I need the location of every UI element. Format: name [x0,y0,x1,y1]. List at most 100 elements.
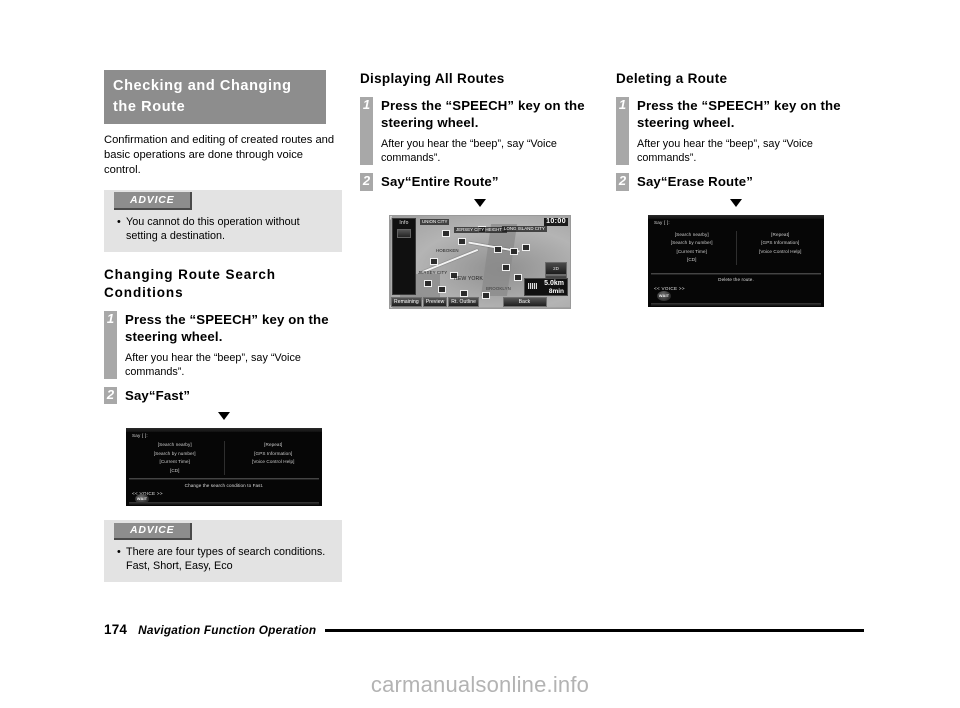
footer-page-number: 174 [104,622,128,637]
eta-time: 8min [548,288,564,296]
advice-item: • You cannot do this operation without s… [104,215,342,243]
map-button-rt-outline[interactable]: Rt. Outline [448,296,480,307]
watermark: carmanualsonline.info [370,672,590,697]
voice-command-item[interactable]: [GPS Information] [737,239,825,248]
map-button-preview[interactable]: Preview [422,296,448,307]
section-banner-checking-changing-route: Checking and Changing the Route [104,70,326,125]
map-poi-icon [502,263,510,271]
voice-command-column-left: [Search nearby] [Search by number] [Curr… [648,231,736,265]
step-2: 2 Say“Erase Route” [616,172,856,191]
step-number: 1 [106,310,115,326]
map-screen-entire-route[interactable]: UNION CITY JERSEY CITY HEIGHTS LONG ISLA… [389,214,571,309]
map-top-label: JERSEY CITY HEIGHTS [454,226,507,233]
step-body: After you hear the “beep”, say “Voice co… [125,351,301,378]
advice-box-destination: ADVICE • You cannot do this operation wi… [104,189,342,252]
voice-command-columns: [Search nearby] [Search by number] [Curr… [126,441,323,476]
voice-status-message: Delete the route. [718,276,754,282]
voice-command-item[interactable]: [Voice Control Help] [225,458,323,467]
voice-command-item[interactable]: [Current Time] [648,248,736,257]
voice-command-item[interactable]: [Current Time] [126,458,224,467]
column-middle: Displaying All Routes 1 Press the “SPEEC… [360,70,600,309]
advice-label: ADVICE [114,192,193,210]
step-body: After you hear the “beep”, say “Voice co… [637,137,813,164]
map-button-remaining[interactable]: Remaining [391,296,422,307]
step-1: 1 Press the “SPEECH” key on the steering… [360,96,600,165]
intro-paragraph: Confirmation and editing of created rout… [104,134,335,176]
voice-command-item[interactable]: [Voice Control Help] [737,248,825,257]
advice-text: You cannot do this operation without set… [126,215,300,242]
screen-top-bar [126,428,322,433]
map-poi-icon [424,279,432,287]
voice-command-columns: [Search nearby] [Search by number] [Curr… [648,230,825,265]
wait-button[interactable]: WAIT [657,290,671,301]
section-title-changing-route-search-conditions: Changing Route Search Conditions [104,266,276,300]
manual-page: Checking and Changing the Route Confirma… [0,0,960,708]
step-number: 1 [362,96,371,112]
step-body: After you hear the “beep”, say “Voice co… [381,137,557,164]
map-button-bar-spacer [548,297,569,307]
page-footer: 174 Navigation Function Operation [104,622,864,637]
step-title: Say“Erase Route” [637,173,754,189]
screen-bottom-bar [129,502,319,506]
step-number: 2 [618,172,627,188]
advice-label: ADVICE [114,522,193,541]
voice-command-item[interactable]: [CD] [126,467,224,476]
map-poi-icon [510,247,518,255]
map-place-label: HOBOKEN [436,247,459,253]
section-title-displaying-all-routes: Displaying All Routes [360,71,505,86]
step-1: 1 Press the “SPEECH” key on the steering… [104,310,344,379]
flow-arrow-down-icon [616,198,856,208]
voice-command-item[interactable]: [GPS Information] [225,450,323,459]
map-top-label: LONG ISLAND CITY [502,225,547,232]
flow-arrow-down-icon [360,198,600,208]
advice-box-search-conditions: ADVICE • There are four types of search … [104,520,342,583]
voice-command-item[interactable]: [Repeat] [737,231,825,240]
bullet-icon: • [117,215,121,228]
map-poi-icon [442,229,450,237]
column-right: Deleting a Route 1 Press the “SPEECH” ke… [616,70,856,307]
step-number: 2 [362,172,371,188]
step-title: Press the “SPEECH” key on the steering w… [125,311,329,345]
section-title-deleting-a-route: Deleting a Route [616,71,728,86]
flow-arrow-down-icon [104,411,344,421]
map-poi-icon [494,245,502,253]
voice-command-screen-erase-route: Say [ ]: [Search nearby] [Search by numb… [648,214,825,307]
voice-command-item[interactable]: [Search nearby] [126,441,224,450]
map-poi-icon [430,257,438,265]
step-number: 1 [618,96,627,112]
map-eta-panel: 5.0km 8min [524,277,568,296]
column-left: Checking and Changing the Route Confirma… [104,70,344,596]
voice-command-item[interactable]: [Search nearby] [648,231,736,240]
screen-divider [129,478,319,481]
voice-command-item[interactable]: [Search by number] [648,239,736,248]
map-clock: 10:00 [544,217,568,226]
map-place-label: JERSEY CITY [418,269,448,275]
map-view-mode-button[interactable]: 2D [545,261,567,275]
advice-text: There are four types of search condition… [126,546,326,573]
voice-status-message: Change the search condition to Fast. [184,483,264,489]
voice-command-item[interactable]: [CD] [648,256,736,265]
map-poi-icon [460,289,468,297]
map-info-title: Info [399,220,409,227]
voice-command-item[interactable]: [Repeat] [225,441,323,450]
bullet-icon: • [117,546,121,559]
voice-command-item[interactable]: [Search by number] [126,450,224,459]
map-button-back[interactable]: Back [502,296,547,307]
map-info-panel[interactable]: Info [392,217,416,295]
step-title: Press the “SPEECH” key on the steering w… [637,97,841,131]
screen-bottom-bar [651,302,821,306]
map-poi-icon [522,243,530,251]
step-number: 2 [106,386,115,402]
step-1: 1 Press the “SPEECH” key on the steering… [616,96,856,165]
map-button-bar: Remaining Preview Rt. Outline Back [390,296,570,308]
map-info-button[interactable] [397,229,411,239]
map-place-label: NEW YORK [454,275,483,282]
step-title: Press the “SPEECH” key on the steering w… [381,97,585,131]
map-button-bar-spacer [480,297,501,307]
map-top-label: UNION CITY [420,218,450,225]
map-poi-icon [438,285,446,293]
say-prompt: Say [ ]: [132,433,148,439]
voice-command-column-right: [Repeat] [GPS Information] [Voice Contro… [735,230,825,265]
voice-indicator-label: << VOICE >> [654,285,685,291]
voice-command-column-right: [Repeat] [GPS Information] [Voice Contro… [223,441,323,476]
